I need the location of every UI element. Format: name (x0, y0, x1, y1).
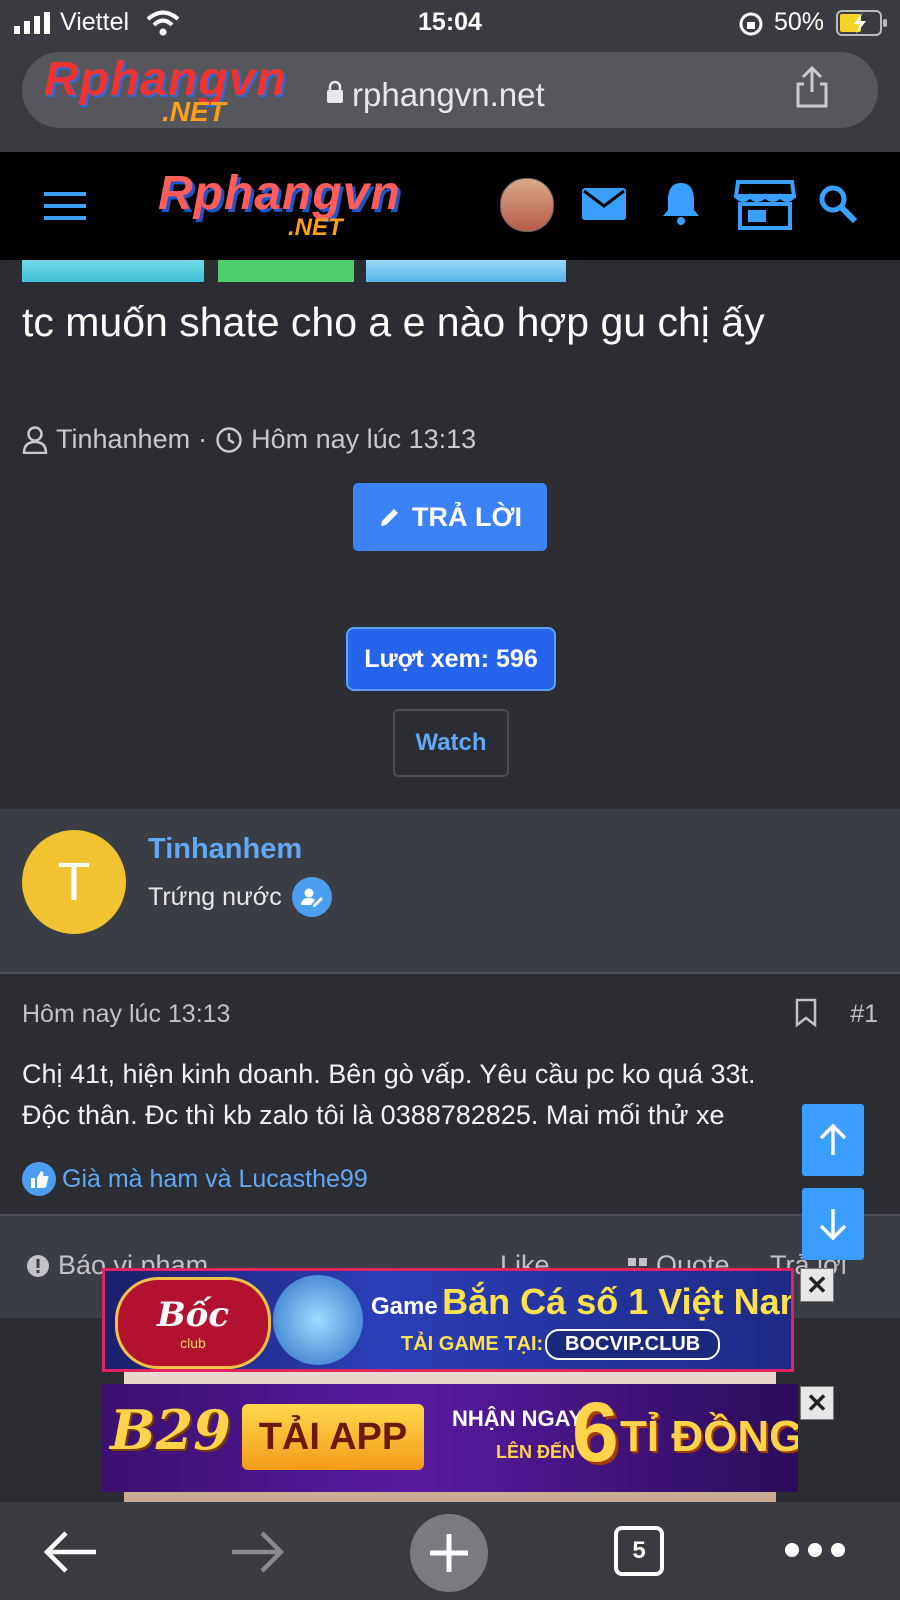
post-body: Hôm nay lúc 13:13 #1 Chị 41t, hiện kinh … (0, 974, 900, 1214)
post-content: Chị 41t, hiện kinh doanh. Bên gò vấp. Yê… (22, 1054, 900, 1136)
search-icon[interactable] (818, 184, 858, 224)
ad-brand-logo: Bốc club (115, 1277, 271, 1369)
status-bar: Viettel 15:04 50% (0, 0, 900, 46)
battery-icon (836, 10, 887, 36)
reply-button-label: TRẢ LỜI (411, 501, 523, 532)
pencil-icon (380, 509, 398, 526)
menu-icon[interactable] (44, 190, 86, 222)
ad-download-button: TẢI APP (242, 1404, 424, 1470)
thread-meta: Tinhanhem · Hôm nay lúc 13:13 (22, 424, 476, 455)
watch-button[interactable]: Watch (393, 709, 509, 777)
ad-close-button[interactable]: ✕ (800, 1386, 834, 1420)
arrow-down-icon (819, 1209, 847, 1241)
ad-url: BOCVIP.CLUB (545, 1329, 721, 1360)
ad-headline: Game Bắn Cá số 1 Việt Nam (371, 1281, 794, 1322)
post-number[interactable]: #1 (850, 1000, 878, 1029)
url-text: rphangvn.net (352, 76, 545, 113)
post-user-block: T Tinhanhem Trứng nước (0, 809, 900, 974)
bookmark-icon[interactable] (794, 998, 818, 1028)
ad-close-button[interactable]: ✕ (800, 1268, 834, 1302)
ad-mascot-image (273, 1275, 363, 1365)
back-arrow-icon[interactable] (42, 1530, 98, 1574)
more-icon[interactable] (784, 1542, 846, 1558)
site-header: Rphangvn .NET (0, 152, 900, 260)
plus-icon (430, 1534, 468, 1572)
reactions-bar[interactable]: Già mà ham và Lucasthe99 (22, 1162, 368, 1196)
poster-username[interactable]: Tinhanhem (148, 833, 302, 866)
thread-date[interactable]: Hôm nay lúc 13:13 (251, 424, 476, 455)
new-tab-button[interactable] (410, 1514, 488, 1592)
site-logo-small: Rphangvn .NET (44, 53, 287, 127)
poster-avatar[interactable]: T (22, 830, 126, 934)
lock-icon (327, 80, 343, 103)
ad-amount-label: TỈ ĐỒNG (620, 1412, 798, 1461)
ad-brand-logo: B29 (110, 1398, 231, 1462)
orientation-lock-icon (739, 12, 763, 36)
clock-icon (216, 426, 242, 453)
site-logo[interactable]: Rphangvn .NET (158, 166, 401, 241)
poster-rank-label: Trứng nước (148, 882, 282, 911)
view-count-badge: Lượt xem: 596 (346, 627, 556, 691)
reactions-text[interactable]: Già mà ham và Lucasthe99 (62, 1165, 368, 1194)
post-content-line: Độc thân. Đc thì kb zalo tôi là 03887828… (22, 1100, 725, 1130)
tab-switcher-button[interactable]: 5 (614, 1526, 664, 1576)
store-icon[interactable] (734, 178, 796, 230)
poster-rank: Trứng nước (148, 877, 332, 917)
mail-icon[interactable] (580, 186, 628, 222)
scroll-to-top-button[interactable] (802, 1104, 864, 1176)
thumbs-up-icon (22, 1162, 56, 1196)
thread-title: tc muốn shate cho a e nào hợp gu chị ấy (22, 299, 765, 345)
ad-banner-b29[interactable]: B29 TẢI APP NHẬN NGAY LÊN ĐẾN 6 TỈ ĐỒNG (102, 1384, 798, 1492)
post-date[interactable]: Hôm nay lúc 13:13 (22, 1000, 230, 1029)
ad-line2: LÊN ĐẾN (496, 1442, 576, 1462)
ad-amount: 6 (572, 1385, 619, 1479)
meta-separator: · (198, 424, 208, 454)
user-icon (22, 425, 48, 454)
post-content-line: Chị 41t, hiện kinh doanh. Bên gò vấp. Yê… (22, 1059, 756, 1089)
forward-arrow-icon[interactable] (230, 1530, 286, 1574)
browser-toolbar: 5 (0, 1502, 900, 1600)
thread-author[interactable]: Tinhanhem (56, 424, 190, 455)
share-icon[interactable] (794, 66, 830, 110)
arrow-up-icon (819, 1123, 847, 1155)
user-avatar[interactable] (500, 178, 554, 232)
ad-line1: NHẬN NGAY (452, 1406, 584, 1431)
clock: 15:04 (418, 8, 482, 36)
browser-address-bar: Rphangvn .NET rphangvn.net (0, 46, 900, 152)
member-badge-icon (291, 877, 332, 917)
battery-percent: 50% (774, 8, 825, 36)
notification-bell-icon[interactable] (660, 180, 702, 226)
ad-banner-boc-club[interactable]: Bốc club Game Bắn Cá số 1 Việt Nam TẢI G… (102, 1268, 794, 1372)
url-field[interactable]: Rphangvn .NET rphangvn.net (22, 52, 878, 128)
scroll-to-bottom-button[interactable] (802, 1188, 864, 1260)
reply-button[interactable]: TRẢ LỜI (353, 483, 547, 551)
alert-icon (27, 1254, 49, 1277)
ad-subline: TẢI GAME TẠI: (401, 1333, 544, 1355)
